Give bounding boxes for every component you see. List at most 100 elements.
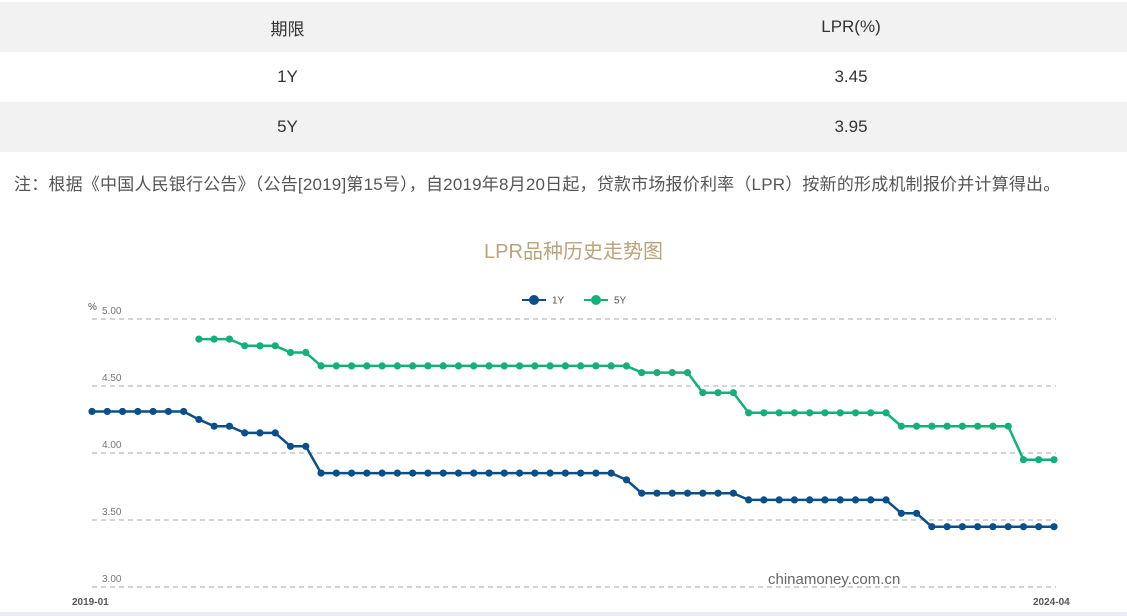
data-point xyxy=(836,409,844,417)
data-point xyxy=(577,362,585,370)
data-point xyxy=(424,362,432,370)
data-point xyxy=(195,335,203,343)
data-point xyxy=(974,523,982,531)
data-point xyxy=(882,496,890,504)
data-point xyxy=(454,362,463,370)
data-point xyxy=(729,489,737,497)
data-point xyxy=(409,362,417,370)
y-tick-label: 4.50 xyxy=(102,373,122,384)
data-point xyxy=(622,476,631,484)
series-line xyxy=(92,410,1054,528)
data-point xyxy=(271,342,279,350)
data-point xyxy=(531,469,539,477)
data-point xyxy=(714,489,722,497)
data-point xyxy=(454,469,463,477)
data-point xyxy=(180,407,188,416)
data-point xyxy=(164,407,172,416)
x-tick-label: 2024-04 xyxy=(1033,597,1070,608)
legend-label: 5Y xyxy=(614,296,627,307)
data-point xyxy=(974,422,982,430)
data-point xyxy=(867,409,875,417)
y-axis-label: % xyxy=(88,302,97,313)
x-tick-label: 2019-01 xyxy=(72,597,109,608)
data-point xyxy=(256,429,264,437)
data-point xyxy=(271,429,279,437)
data-point xyxy=(241,342,249,350)
legend-marker xyxy=(591,295,601,305)
data-point xyxy=(1004,523,1012,531)
data-point xyxy=(745,409,753,417)
data-point xyxy=(577,469,585,477)
data-point xyxy=(500,469,508,477)
data-point xyxy=(882,409,890,417)
data-point xyxy=(378,469,386,477)
legend-label: 1Y xyxy=(552,296,565,307)
data-point xyxy=(1035,523,1043,531)
data-point xyxy=(210,422,218,430)
data-point xyxy=(1050,456,1058,464)
data-point xyxy=(806,409,814,417)
data-point xyxy=(317,469,325,477)
data-point xyxy=(332,362,340,370)
data-point xyxy=(989,422,997,430)
data-point xyxy=(607,362,615,370)
watermark-text: chinamoney.com.cn xyxy=(768,571,900,588)
data-point xyxy=(195,415,203,424)
data-point xyxy=(103,407,111,416)
data-point xyxy=(515,469,524,477)
data-point xyxy=(592,362,600,370)
data-point xyxy=(409,469,417,477)
data-point xyxy=(1019,523,1028,531)
data-point xyxy=(683,369,692,377)
data-point xyxy=(1035,456,1043,464)
data-point xyxy=(668,489,676,497)
data-point xyxy=(760,409,768,417)
data-point xyxy=(729,389,737,397)
data-point xyxy=(546,362,554,370)
data-point xyxy=(393,362,401,370)
data-point xyxy=(149,407,157,416)
data-point xyxy=(515,362,524,370)
data-point xyxy=(302,442,310,450)
data-point xyxy=(225,335,234,343)
legend-marker xyxy=(529,295,539,305)
data-point xyxy=(118,407,127,416)
data-point xyxy=(668,369,676,377)
data-point xyxy=(897,422,905,430)
data-point xyxy=(363,469,371,477)
data-point xyxy=(714,389,722,397)
data-point xyxy=(439,469,447,477)
data-point xyxy=(256,342,264,350)
data-point xyxy=(958,523,966,531)
data-point xyxy=(317,362,325,370)
data-point xyxy=(363,362,371,370)
data-point xyxy=(500,362,508,370)
data-point xyxy=(775,496,783,504)
data-point xyxy=(347,469,356,477)
data-point xyxy=(683,489,692,497)
data-point xyxy=(653,369,661,377)
y-tick-label: 3.00 xyxy=(102,574,122,585)
data-point xyxy=(653,489,661,497)
data-point xyxy=(897,509,905,517)
y-tick-label: 4.00 xyxy=(102,440,122,451)
data-point xyxy=(225,422,234,430)
data-point xyxy=(622,362,631,370)
series-5y xyxy=(195,335,1058,464)
data-point xyxy=(989,523,997,531)
data-point xyxy=(699,489,707,497)
data-point xyxy=(332,469,340,477)
data-point xyxy=(867,496,875,504)
data-point xyxy=(699,389,707,397)
bottom-divider xyxy=(0,612,1127,616)
data-point xyxy=(912,509,921,517)
data-point xyxy=(241,429,249,437)
legend: 1Y 5Y xyxy=(522,295,627,307)
data-point xyxy=(485,362,493,370)
data-point xyxy=(943,422,951,430)
data-point xyxy=(378,362,386,370)
data-point xyxy=(775,409,783,417)
data-point xyxy=(531,362,539,370)
data-point xyxy=(347,362,356,370)
data-point xyxy=(302,348,310,357)
